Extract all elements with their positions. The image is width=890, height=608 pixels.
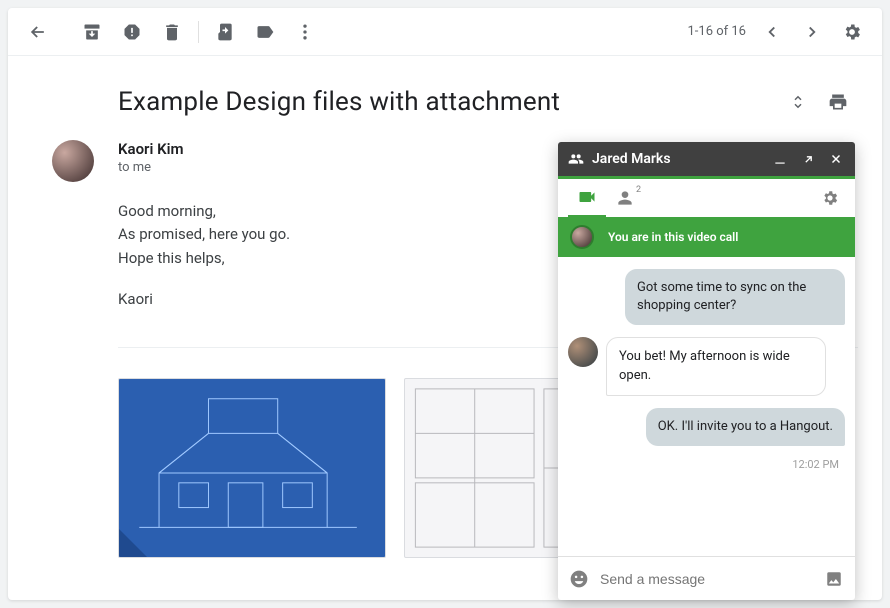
spam-button[interactable] <box>112 12 152 52</box>
in-call-banner[interactable]: You are in this video call <box>558 217 855 257</box>
separator <box>198 21 199 43</box>
call-avatar <box>570 225 594 249</box>
move-to-button[interactable] <box>205 12 245 52</box>
chat-bubble-received: You bet! My afternoon is wide open. <box>606 337 826 395</box>
archive-button[interactable] <box>72 12 112 52</box>
close-button[interactable] <box>827 150 845 168</box>
labels-button[interactable] <box>245 12 285 52</box>
emoji-button[interactable] <box>568 568 590 590</box>
chat-settings-button[interactable] <box>815 189 845 207</box>
email-subject: Example Design files with attachment <box>118 87 560 117</box>
toolbar: 1-16 of 16 <box>8 8 882 56</box>
expand-collapse-button[interactable] <box>778 82 818 122</box>
chat-compose-bar <box>558 556 855 600</box>
print-button[interactable] <box>818 82 858 122</box>
email-body: Good morning, As promised, here you go. … <box>118 200 538 311</box>
chat-contact-name: Jared Marks <box>592 151 671 167</box>
attachment-blueprint[interactable] <box>118 378 386 558</box>
prev-page-button[interactable] <box>752 12 792 52</box>
people-icon <box>568 151 584 167</box>
subject-row: Example Design files with attachment <box>8 56 882 140</box>
people-count-badge: 2 <box>636 185 641 195</box>
chat-message-list: Got some time to sync on the shopping ce… <box>558 257 855 556</box>
sender-name: Kaori Kim <box>118 140 184 158</box>
popout-button[interactable] <box>799 150 817 168</box>
chat-bubble-received-row: You bet! My afternoon is wide open. <box>568 337 845 395</box>
sender-avatar[interactable] <box>52 140 94 182</box>
more-button[interactable] <box>285 12 325 52</box>
page-count: 1-16 of 16 <box>687 24 746 39</box>
contact-avatar <box>568 337 598 367</box>
email-body-paragraph: Good morning, As promised, here you go. … <box>118 200 538 270</box>
dogear-icon <box>119 529 147 557</box>
back-button[interactable] <box>18 12 58 52</box>
in-call-text: You are in this video call <box>608 230 738 244</box>
chat-tabs: 2 <box>558 179 855 217</box>
tab-people[interactable]: 2 <box>606 179 644 217</box>
delete-button[interactable] <box>152 12 192 52</box>
tab-video-call[interactable] <box>568 179 606 217</box>
chat-bubble-sent: Got some time to sync on the shopping ce… <box>625 269 845 325</box>
chat-bubble-sent: OK. I'll invite you to a Hangout. <box>646 408 845 446</box>
hangouts-chat-panel: Jared Marks 2 You are in this video call… <box>558 142 855 600</box>
email-signature: Kaori <box>118 288 538 311</box>
minimize-button[interactable] <box>771 150 789 168</box>
chat-timestamp: 12:02 PM <box>792 458 845 471</box>
chat-message-input[interactable] <box>600 571 813 587</box>
settings-button[interactable] <box>832 12 872 52</box>
recipient-line: to me <box>118 160 184 175</box>
attach-photo-button[interactable] <box>823 568 845 590</box>
next-page-button[interactable] <box>792 12 832 52</box>
chat-header[interactable]: Jared Marks <box>558 142 855 176</box>
